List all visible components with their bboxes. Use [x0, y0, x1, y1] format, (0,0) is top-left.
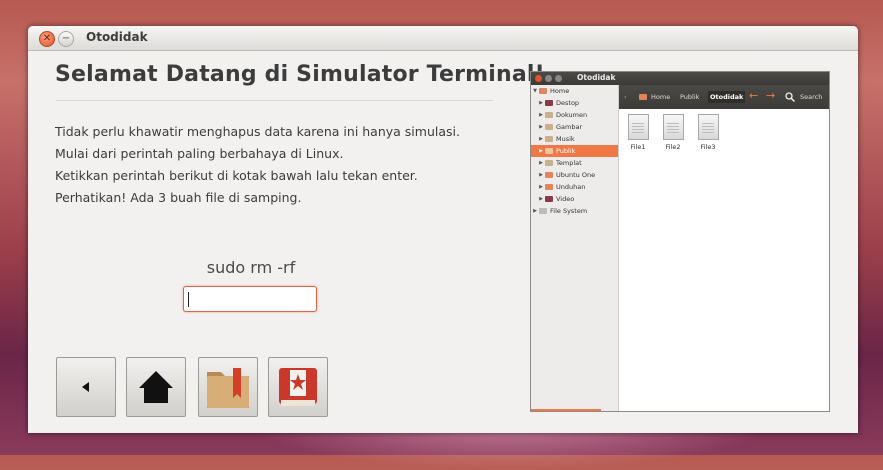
- fm-sidebar-item-destop: ▶ Destop: [531, 97, 618, 109]
- public-folder-icon: [545, 148, 553, 154]
- collapse-triangle-icon: ▶: [539, 148, 543, 154]
- templates-folder-icon: [545, 160, 553, 166]
- breadcrumb-publik: Publik: [680, 93, 700, 101]
- home-icon: [139, 371, 173, 403]
- fm-sidebar-item-templat: ▶ Templat: [531, 157, 618, 169]
- fm-sidebar-item-video: ▶ Video: [531, 193, 618, 205]
- document-icon: [697, 114, 719, 140]
- expand-triangle-icon: ▼: [533, 88, 537, 94]
- fm-sidebar-label: Musik: [556, 135, 575, 143]
- file-label: File3: [700, 143, 716, 151]
- fm-minimize-icon: [545, 75, 552, 82]
- fm-sidebar-item-musik: ▶ Musik: [531, 133, 618, 145]
- fm-close-icon: [535, 75, 542, 82]
- home-folder-icon: [539, 88, 547, 94]
- fm-forward-arrow-icon: →: [766, 89, 776, 102]
- instruction-line: Mulai dari perintah paling berbahaya di …: [55, 146, 344, 161]
- fm-sidebar-label: File System: [550, 207, 588, 215]
- text-cursor: [188, 292, 189, 307]
- app-window: ✕ − Otodidak Selamat Datang di Simulator…: [28, 26, 858, 433]
- fm-sidebar: ▼ Home ▶ Destop ▶ Dokumen ▶ Gambar ▶ Musik ▶ P…: [531, 85, 619, 411]
- collapse-triangle-icon: ▶: [539, 160, 543, 166]
- breadcrumb-home: Home: [651, 93, 671, 101]
- file-label: File1: [630, 143, 646, 151]
- collapse-triangle-icon: ▶: [539, 124, 543, 130]
- fm-toolbar: ‹ Home Publik Otodidak ← → Search: [619, 85, 829, 109]
- close-icon: ✕: [42, 33, 52, 44]
- desktop-folder-icon: [545, 100, 553, 106]
- downloads-folder-icon: [545, 184, 553, 190]
- fm-sidebar-label: Gambar: [556, 123, 583, 131]
- fm-sidebar-label: Video: [556, 195, 575, 203]
- bookmark-folder-icon: [207, 368, 249, 408]
- file-label: File2: [665, 143, 681, 151]
- fm-crumb-left-icon: ‹: [624, 93, 627, 101]
- fm-sidebar-item-unduhan: ▶ Unduhan: [531, 181, 618, 193]
- fm-search-label: Search: [800, 93, 823, 101]
- window-title: Otodidak: [86, 30, 148, 44]
- documents-folder-icon: [545, 112, 553, 118]
- collapse-triangle-icon: ▶: [539, 136, 543, 142]
- fm-file-area: File1 File2 File3: [619, 109, 829, 411]
- fm-sidebar-item-home: ▼ Home: [531, 85, 618, 97]
- fm-sidebar-item-gambar: ▶ Gambar: [531, 121, 618, 133]
- file-manager-preview: Otodidak ▼ Home ▶ Destop ▶ Dokumen ▶ Gambar …: [530, 71, 830, 412]
- collapse-triangle-icon: ▶: [539, 112, 543, 118]
- instruction-line: Perhatikan! Ada 3 buah file di samping.: [55, 190, 302, 205]
- document-icon: [662, 114, 684, 140]
- home-crumb-icon: [639, 94, 647, 100]
- drive-icon: [539, 208, 547, 214]
- pictures-folder-icon: [545, 124, 553, 130]
- collapse-triangle-icon: ▶: [539, 184, 543, 190]
- back-arrow-icon: [82, 382, 89, 392]
- fm-sidebar-item-file-system: ▶ File System: [531, 205, 618, 217]
- fm-search-icon: [785, 92, 795, 102]
- music-folder-icon: [545, 136, 553, 142]
- instruction-line: Ketikkan perintah berikut di kotak bawah…: [55, 168, 418, 183]
- breadcrumb-otodidak: Otodidak: [708, 91, 746, 103]
- fm-scrollbar: [531, 409, 601, 411]
- fm-sidebar-label: Ubuntu One: [556, 171, 596, 179]
- file-item: File1: [625, 114, 651, 151]
- fm-maximize-icon: [555, 75, 562, 82]
- document-icon: [627, 114, 649, 140]
- ubuntu-one-folder-icon: [545, 172, 553, 178]
- instruction-line: Tidak perlu khawatir menghapus data kare…: [55, 124, 460, 139]
- star-book-icon: [279, 368, 317, 406]
- fm-sidebar-label: Unduhan: [556, 183, 586, 191]
- collapse-triangle-icon: ▶: [539, 196, 543, 202]
- title-bar: ✕ − Otodidak: [28, 26, 858, 51]
- fm-sidebar-label: Dokumen: [556, 111, 588, 119]
- fm-sidebar-item-ubuntu-one: ▶ Ubuntu One: [531, 169, 618, 181]
- command-input[interactable]: [183, 286, 317, 312]
- favorite-book-button[interactable]: [268, 357, 328, 417]
- bookmark-folder-button[interactable]: [198, 357, 258, 417]
- file-item: File3: [695, 114, 721, 151]
- home-button[interactable]: [126, 357, 186, 417]
- instructions: Tidak perlu khawatir menghapus data kare…: [55, 121, 460, 209]
- close-window-button[interactable]: ✕: [39, 31, 55, 47]
- fm-sidebar-item-publik: ▶ Publik: [531, 145, 618, 157]
- fm-sidebar-label: Templat: [556, 159, 582, 167]
- fm-sidebar-label: Destop: [556, 99, 580, 107]
- collapse-triangle-icon: ▶: [539, 100, 543, 106]
- collapse-triangle-icon: ▶: [533, 208, 537, 214]
- title-divider: [56, 100, 493, 101]
- command-prompt-label: sudo rm -rf: [206, 258, 296, 277]
- fm-title: Otodidak: [577, 73, 616, 82]
- collapse-triangle-icon: ▶: [539, 172, 543, 178]
- videos-folder-icon: [545, 196, 553, 202]
- minimize-window-button[interactable]: −: [58, 31, 74, 47]
- back-button[interactable]: [56, 357, 116, 417]
- page-title: Selamat Datang di Simulator Terminal!: [55, 62, 545, 87]
- minimize-icon: −: [61, 33, 71, 44]
- fm-back-arrow-icon: ←: [749, 89, 759, 102]
- fm-title-bar: Otodidak: [531, 72, 829, 85]
- fm-sidebar-label: Publik: [556, 147, 576, 155]
- fm-sidebar-label: Home: [550, 87, 570, 95]
- file-item: File2: [660, 114, 686, 151]
- fm-sidebar-item-dokumen: ▶ Dokumen: [531, 109, 618, 121]
